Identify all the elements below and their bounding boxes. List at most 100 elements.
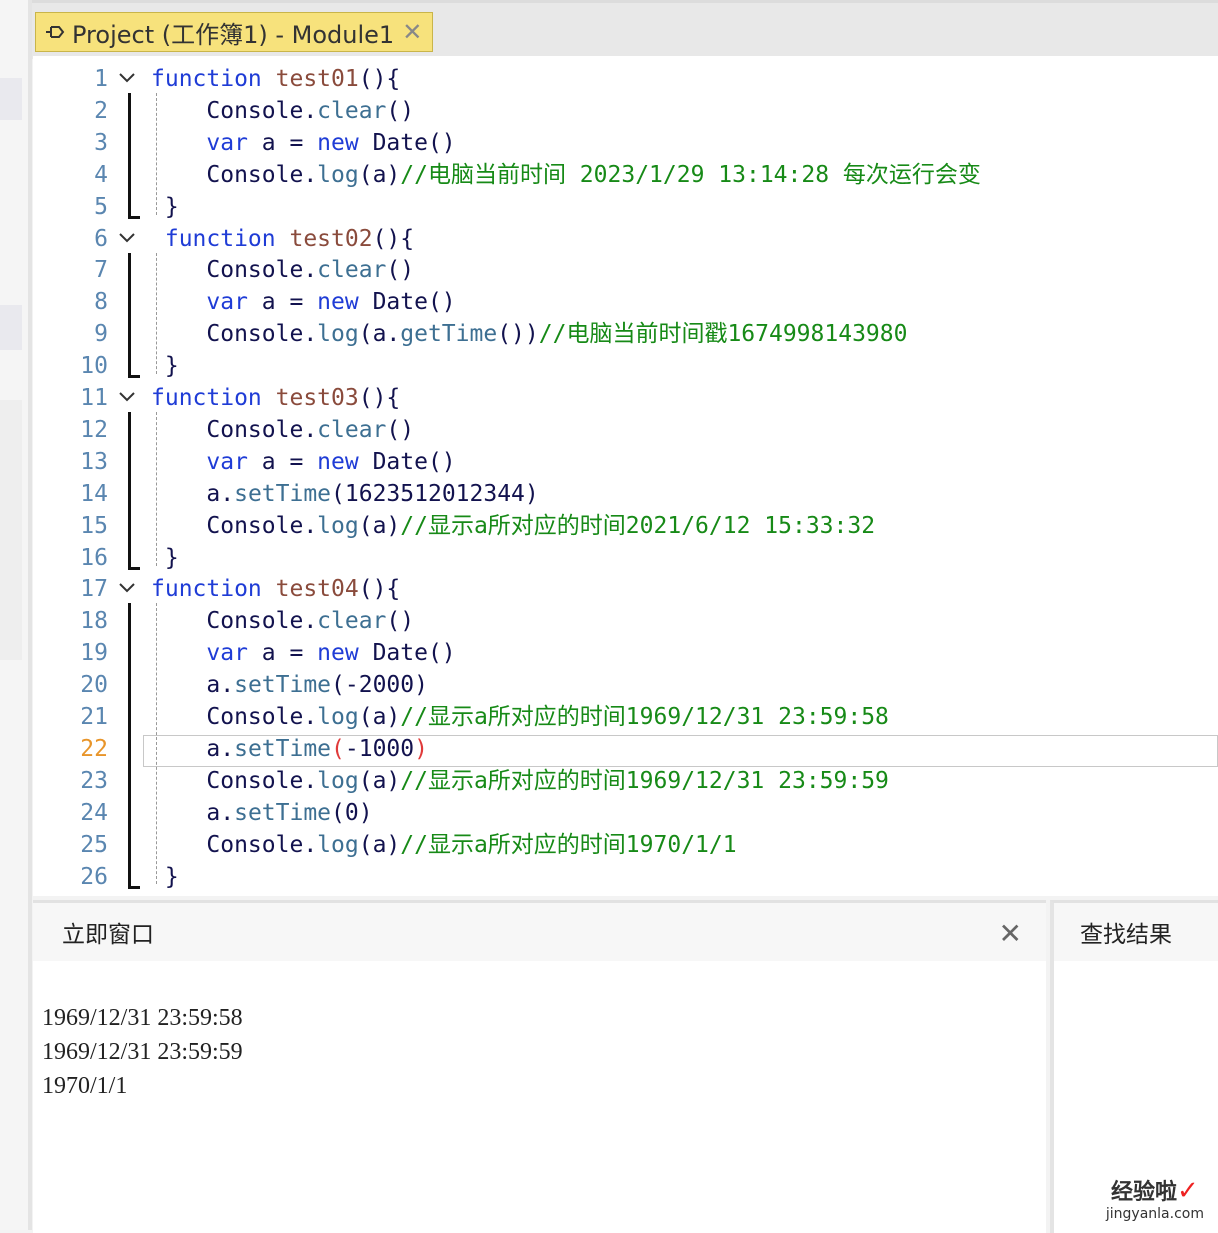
code-text: Console.log(a)//显示a所对应的时间1969/12/31 23:5… <box>151 765 889 797</box>
code-token: new <box>317 640 373 667</box>
code-token: clear <box>317 257 387 284</box>
code-line[interactable]: 1 function test01(){ <box>33 63 1218 95</box>
code-token: log <box>317 831 359 858</box>
code-token: ()) <box>497 321 539 348</box>
code-line[interactable]: 26 } <box>33 861 1218 893</box>
code-line[interactable]: 5 } <box>33 191 1218 223</box>
code-line[interactable]: 14 a.setTime(1623512012344) <box>33 478 1218 510</box>
output-line: 1969/12/31 23:59:59 <box>42 1039 243 1065</box>
line-number: 4 <box>94 161 108 188</box>
code-line[interactable]: 12 Console.clear() <box>33 414 1218 446</box>
line-number: 17 <box>80 576 108 603</box>
code-text: Console.clear() <box>151 254 414 286</box>
close-icon[interactable]: ✕ <box>999 917 1022 950</box>
code-token: Console. <box>151 161 318 188</box>
code-line[interactable]: 7 Console.clear() <box>33 254 1218 286</box>
code-token: Console. <box>151 608 318 635</box>
code-line[interactable]: 2 Console.clear() <box>33 95 1218 127</box>
code-token: (a. <box>358 321 401 348</box>
code-line[interactable]: 8 var a = new Date() <box>33 286 1218 318</box>
line-number: 11 <box>80 385 108 411</box>
close-icon[interactable]: ✕ <box>402 18 422 46</box>
fold-guide-line <box>128 93 131 219</box>
code-line[interactable]: 15 Console.log(a)//显示a所对应的时间2021/6/12 15… <box>33 510 1218 542</box>
indent-guide <box>156 93 157 215</box>
code-line[interactable]: 22 a.setTime(-1000) <box>33 733 1218 767</box>
code-text: Console.clear() <box>151 95 414 127</box>
fold-chevron-down-icon[interactable] <box>117 223 137 255</box>
find-results-header[interactable]: 查找结果 <box>1054 903 1218 961</box>
code-text: var a = new Date() <box>151 127 456 159</box>
code-token: (a) <box>358 161 401 188</box>
fold-guide-end <box>128 375 140 379</box>
code-line[interactable]: 4 Console.log(a)//电脑当前时间 2023/1/29 13:14… <box>33 159 1218 191</box>
fold-guide-line <box>128 412 131 570</box>
line-number: 2 <box>94 97 108 124</box>
code-token: var <box>151 289 262 316</box>
line-number: 5 <box>94 193 108 220</box>
code-token: //显示a所对应的时间1969/12/31 23:59:59 <box>400 767 889 794</box>
code-line[interactable]: 11 function test03(){ <box>33 382 1218 414</box>
code-token: a = <box>261 129 318 156</box>
code-line[interactable]: 16 } <box>33 542 1218 574</box>
code-token: var <box>151 129 262 156</box>
fold-chevron-down-icon[interactable] <box>117 573 137 605</box>
line-number: 25 <box>80 831 108 858</box>
code-line[interactable]: 24 a.setTime(0) <box>33 797 1218 829</box>
indent-guide <box>156 603 157 885</box>
immediate-output[interactable]: 1969/12/31 23:59:58 1969/12/31 23:59:59 … <box>33 961 1046 1103</box>
line-number: 21 <box>80 704 108 730</box>
line-number: 16 <box>80 544 108 571</box>
line-number: 10 <box>80 353 108 380</box>
code-line[interactable]: 23 Console.log(a)//显示a所对应的时间1969/12/31 2… <box>33 765 1218 797</box>
code-line[interactable]: 17 function test04(){ <box>33 573 1218 605</box>
code-text: Console.log(a)//显示a所对应的时间1970/1/1 <box>151 829 736 861</box>
code-line[interactable]: 20 a.setTime(-2000) <box>33 669 1218 701</box>
code-line[interactable]: 21 Console.log(a)//显示a所对应的时间1969/12/31 2… <box>33 701 1218 733</box>
output-line: 1970/1/1 <box>42 1073 128 1099</box>
fold-chevron-down-icon[interactable] <box>117 382 137 414</box>
code-token: setTime <box>234 672 332 699</box>
code-token: Date() <box>372 129 456 156</box>
fold-chevron-down-icon[interactable] <box>117 63 137 95</box>
code-line[interactable]: 3 var a = new Date() <box>33 127 1218 159</box>
code-token: clear <box>317 416 387 443</box>
code-token: clear <box>317 97 387 124</box>
code-token: ( <box>331 735 345 762</box>
code-text: a.setTime(-1000) <box>151 733 428 765</box>
code-token: log <box>317 704 359 730</box>
code-token: a = <box>261 640 318 667</box>
code-token: ) <box>414 735 428 762</box>
code-line[interactable]: 25 Console.log(a)//显示a所对应的时间1970/1/1 <box>33 829 1218 861</box>
code-line[interactable]: 10 } <box>33 350 1218 382</box>
code-editor[interactable]: 1 function test01(){2 Console.clear() 3 va… <box>33 56 1218 896</box>
code-token: ) <box>414 672 428 699</box>
immediate-window-header: 立即窗口 <box>33 903 1046 961</box>
line-number: 1 <box>94 66 108 92</box>
code-token: log <box>317 161 359 188</box>
code-token: ) <box>358 799 373 826</box>
tab-module1[interactable]: Project (工作簿1) - Module1 ✕ <box>35 12 433 52</box>
pin-icon[interactable] <box>44 20 68 44</box>
code-token: //电脑当前时间 2023/1/29 13:14:28 每次运行会变 <box>400 161 981 188</box>
code-text: Console.log(a)//显示a所对应的时间2021/6/12 15:33… <box>151 510 875 542</box>
code-line[interactable]: 13 var a = new Date() <box>33 446 1218 478</box>
code-line[interactable]: 9 Console.log(a.getTime())//电脑当前时间戳16749… <box>33 318 1218 350</box>
code-line[interactable]: 19 var a = new Date() <box>33 637 1218 669</box>
sidebar-block <box>0 400 22 660</box>
code-token: new <box>317 448 373 475</box>
code-text: Console.log(a)//电脑当前时间 2023/1/29 13:14:2… <box>151 159 981 191</box>
code-token: ) <box>524 480 539 507</box>
code-token: Date() <box>372 448 456 475</box>
code-token: (a) <box>358 512 401 539</box>
code-token: a. <box>151 799 235 826</box>
code-token: function <box>151 66 276 92</box>
code-token: log <box>317 321 359 348</box>
code-token: Date() <box>372 289 456 316</box>
code-token: setTime <box>234 799 332 826</box>
code-line[interactable]: 6 function test02(){ <box>33 223 1218 255</box>
code-token: () <box>386 97 415 124</box>
line-number: 7 <box>94 257 108 284</box>
code-line[interactable]: 18 Console.clear() <box>33 605 1218 637</box>
code-token: Console. <box>151 831 318 858</box>
